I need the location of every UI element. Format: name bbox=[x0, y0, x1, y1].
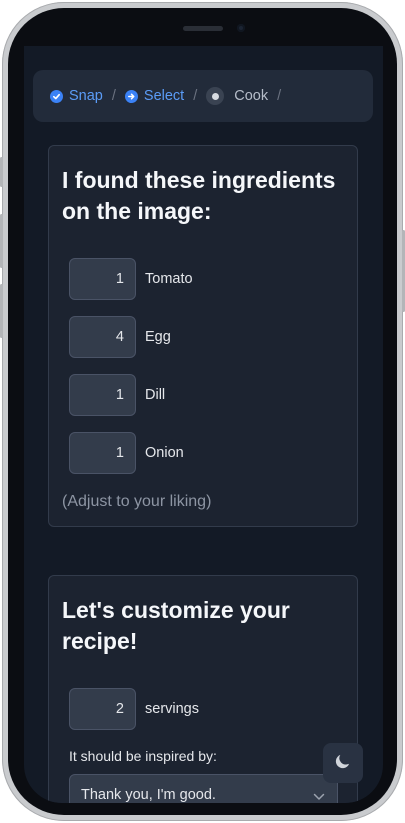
app-screen: Snap / Select / Cook / I found these ing… bbox=[24, 46, 383, 803]
customize-card: Let's customize your recipe! 2 servings … bbox=[48, 575, 358, 803]
adjust-note: (Adjust to your liking) bbox=[62, 493, 212, 510]
moon-icon bbox=[334, 752, 352, 775]
ingredient-name: Tomato bbox=[145, 271, 193, 287]
phone-side-button bbox=[0, 284, 3, 338]
ingredients-card: I found these ingredients on the image: … bbox=[48, 145, 358, 527]
breadcrumb-separator: / bbox=[193, 88, 198, 104]
quantity-input[interactable]: 1 bbox=[69, 374, 136, 416]
dot-circle-icon bbox=[206, 87, 225, 105]
breadcrumb-item-cook[interactable]: Cook bbox=[206, 87, 268, 105]
breadcrumb-label: Cook bbox=[234, 88, 269, 104]
ingredient-row: 1 Dill bbox=[69, 374, 165, 416]
inspired-by-select[interactable]: Thank you, I'm good. bbox=[69, 774, 338, 803]
quantity-input[interactable]: 1 bbox=[69, 258, 136, 300]
ingredient-name: Onion bbox=[145, 445, 184, 461]
servings-row: 2 servings bbox=[69, 688, 199, 730]
breadcrumb-separator: / bbox=[111, 88, 116, 104]
breadcrumb-separator: / bbox=[277, 88, 282, 104]
quantity-input[interactable]: 4 bbox=[69, 316, 136, 358]
quantity-input[interactable]: 1 bbox=[69, 432, 136, 474]
inspired-by-label: It should be inspired by: bbox=[69, 748, 217, 764]
ingredient-name: Egg bbox=[145, 329, 171, 345]
chevron-down-icon bbox=[313, 789, 325, 803]
servings-label: servings bbox=[145, 701, 199, 717]
theme-toggle-button[interactable] bbox=[323, 743, 363, 783]
customize-card-title: Let's customize your recipe! bbox=[62, 597, 290, 654]
speaker-grille bbox=[183, 26, 223, 31]
ingredient-row: 4 Egg bbox=[69, 316, 171, 358]
breadcrumb: Snap / Select / Cook / bbox=[33, 70, 373, 122]
phone-side-button bbox=[0, 214, 3, 268]
servings-input[interactable]: 2 bbox=[69, 688, 136, 730]
breadcrumb-item-snap[interactable]: Snap bbox=[50, 88, 103, 104]
ingredient-row: 1 Tomato bbox=[69, 258, 193, 300]
breadcrumb-label: Snap bbox=[69, 88, 103, 104]
breadcrumb-item-select[interactable]: Select bbox=[124, 88, 185, 104]
phone-side-button bbox=[0, 157, 3, 187]
arrow-right-circle-icon bbox=[124, 89, 138, 103]
inspired-by-selected-value: Thank you, I'm good. bbox=[81, 787, 216, 803]
front-camera bbox=[237, 24, 245, 32]
breadcrumb-label: Select bbox=[143, 88, 185, 104]
ingredient-row: 1 Onion bbox=[69, 432, 184, 474]
check-circle-icon bbox=[50, 89, 63, 103]
ingredients-card-title: I found these ingredients on the image: bbox=[62, 167, 336, 224]
ingredient-name: Dill bbox=[145, 387, 166, 403]
